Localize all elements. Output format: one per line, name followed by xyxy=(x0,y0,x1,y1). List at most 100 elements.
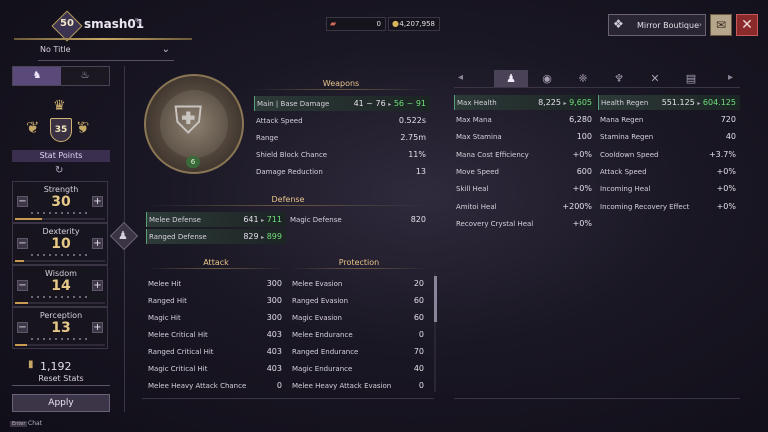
new-value: 9,605 xyxy=(569,98,592,107)
protection-row: Ranged Evasion 60 xyxy=(290,293,428,308)
character-icon: ♟ xyxy=(118,229,128,242)
row-label: Ranged Endurance xyxy=(292,348,359,356)
tab-helm[interactable]: ♆ xyxy=(602,70,636,87)
tab-swords[interactable]: ✕ xyxy=(638,70,672,87)
row-value: 70 xyxy=(413,347,424,356)
shield-spear-icon: ⛨ xyxy=(174,98,203,142)
row-label: Max Health xyxy=(457,99,497,107)
perception-minus-button[interactable]: − xyxy=(17,322,28,333)
tab-character[interactable]: ♞ xyxy=(13,67,61,85)
weapon-row: Attack Speed 0.522s xyxy=(254,113,430,128)
right-row: Attack Speed +0% xyxy=(598,164,740,179)
stat-value: 14 xyxy=(51,278,71,294)
eye-icon: ◉ xyxy=(542,72,552,85)
tab-stack[interactable]: ▤ xyxy=(674,70,708,87)
row-value: 403 xyxy=(266,364,282,373)
stat-name: Dexterity xyxy=(42,227,80,236)
row-label: Skill Heal xyxy=(456,185,489,193)
row-label: Melee Heavy Attack Chance xyxy=(148,382,247,390)
arrow-icon: ▸ xyxy=(261,217,265,224)
dexterity-minus-button[interactable]: − xyxy=(17,238,28,249)
reset-stats-button[interactable]: Reset Stats xyxy=(12,374,110,386)
next-tab-icon[interactable]: ▸ xyxy=(728,72,733,83)
tab-character[interactable]: ♟ xyxy=(494,70,528,87)
currency-1-value: 0 xyxy=(376,20,381,28)
row-value: +0% xyxy=(572,219,592,228)
attack-row: Melee Heavy Attack Chance 0 xyxy=(146,378,286,393)
protection-row: Melee Endurance 0 xyxy=(290,327,428,342)
row-label: Magic Endurance xyxy=(292,365,353,373)
tab-beast[interactable]: ❈ xyxy=(566,70,600,87)
stat-dots xyxy=(31,338,91,340)
strength-plus-button[interactable]: + xyxy=(92,196,103,207)
stat-strength: Strength − 30 + xyxy=(12,181,108,223)
new-value: 56 ~ 91 xyxy=(393,99,426,108)
wisdom-plus-button[interactable]: + xyxy=(92,280,103,291)
title-select-value: No Title xyxy=(40,45,71,54)
arrow-icon: ▸ xyxy=(697,100,701,107)
stat-name: Wisdom xyxy=(45,269,77,278)
horned-helm-icon: ♆ xyxy=(614,72,624,85)
mirror-boutique-button[interactable]: ❖ Mirror Boutique › xyxy=(608,14,706,36)
reset-token-icon: ▮ xyxy=(28,359,34,370)
base-value: 641 xyxy=(243,215,259,224)
prev-tab-icon[interactable]: ◂ xyxy=(458,72,463,83)
arrow-icon: ▸ xyxy=(563,100,567,107)
row-value: 40 xyxy=(725,132,736,141)
right-row-health-regen: Health Regen 551.125 ▸ 604.125 xyxy=(598,95,740,110)
attack-row: Melee Hit 300 xyxy=(146,276,286,291)
weapon-row: Shield Block Chance 11% xyxy=(254,147,430,162)
right-row: Skill Heal +0% xyxy=(454,181,596,196)
row-label: Mana Cost Efficiency xyxy=(456,151,529,159)
strength-minus-button[interactable]: − xyxy=(17,196,28,207)
stat-dots xyxy=(31,254,91,256)
defense-row-ranged: Ranged Defense 829 ▸ 899 xyxy=(146,229,286,244)
close-button[interactable]: ✕ xyxy=(736,14,758,36)
right-row: Amitoi Heal +200% xyxy=(454,199,596,214)
row-label: Ranged Evasion xyxy=(292,297,349,305)
currency-box-2: ● 4,207,958 xyxy=(388,17,440,31)
wisdom-minus-button[interactable]: − xyxy=(17,280,28,291)
right-row: Incoming Heal +0% xyxy=(598,181,740,196)
row-label: Ranged Critical Hit xyxy=(148,348,214,356)
mail-button[interactable]: ✉ xyxy=(710,14,732,36)
row-value: +0% xyxy=(572,184,592,193)
row-value: 0.522s xyxy=(398,116,426,125)
row-label: Melee Hit xyxy=(148,280,182,288)
row-value: +3.7% xyxy=(708,150,736,159)
refresh-icon[interactable]: ↻ xyxy=(55,165,63,176)
row-label: Incoming Recovery Effect xyxy=(600,203,690,211)
protection-title: Protection xyxy=(338,258,380,267)
stats-scrollbar-thumb[interactable] xyxy=(434,276,437,322)
row-value: 2.75m xyxy=(400,133,426,142)
dexterity-plus-button[interactable]: + xyxy=(92,238,103,249)
weapon-row-base-damage: Main | Base Damage 41 ~ 76 ▸ 56 ~ 91 xyxy=(254,96,430,111)
row-label: Damage Reduction xyxy=(256,168,323,176)
reset-count: 1,192 xyxy=(40,360,72,373)
scroll-icon: ✉ xyxy=(715,18,727,32)
edit-icon[interactable]: ✎ xyxy=(134,17,142,28)
base-value: 551.125 xyxy=(661,98,695,107)
row-label: Mana Regen xyxy=(600,116,644,124)
tab-flame[interactable]: ♨ xyxy=(61,67,109,85)
stat-bar xyxy=(15,344,105,346)
tab-eye[interactable]: ◉ xyxy=(530,70,564,87)
stat-name: Strength xyxy=(43,185,79,194)
row-label: Magic Defense xyxy=(290,216,342,224)
weapon-row: Range 2.75m xyxy=(254,130,430,145)
right-row-max-health: Max Health 8,225 ▸ 9,605 xyxy=(454,95,596,110)
left-tab-bar: ♞ ♨ xyxy=(12,66,110,86)
row-label: Melee Endurance xyxy=(292,331,353,339)
level-value: 50 xyxy=(60,18,74,29)
ticket-icon: ▰ xyxy=(330,19,337,28)
row-value: 300 xyxy=(266,296,282,305)
defense-title: Defense xyxy=(271,195,305,204)
perception-plus-button[interactable]: + xyxy=(92,322,103,333)
row-label: Ranged Hit xyxy=(148,297,187,305)
stat-bar-fill xyxy=(15,218,42,220)
title-select[interactable]: No Title ⌄ xyxy=(40,44,172,61)
stat-dots xyxy=(31,212,91,214)
apply-button[interactable]: Apply xyxy=(12,394,110,412)
title-underline xyxy=(38,60,174,61)
chat-label[interactable]: Chat xyxy=(28,420,42,427)
